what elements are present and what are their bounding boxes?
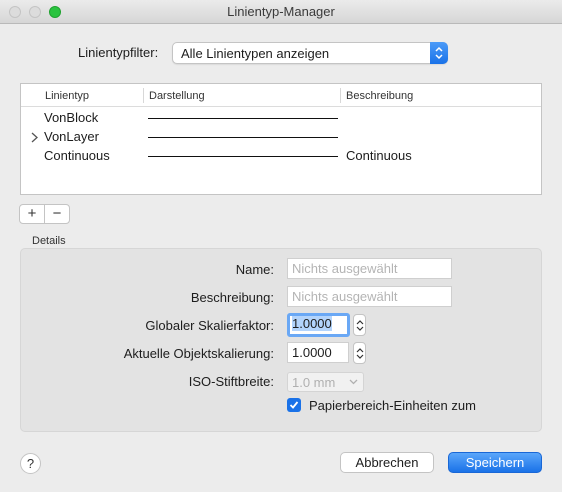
paper-units-label[interactable]: Papierbereich-Einheiten zum xyxy=(309,398,476,413)
description-label: Beschreibung: xyxy=(190,290,274,305)
linetype-description: Continuous xyxy=(346,148,412,163)
table-row[interactable]: Continuous Continuous xyxy=(21,147,541,166)
object-scale-stepper[interactable] xyxy=(353,342,366,364)
checkmark-icon xyxy=(289,401,299,409)
add-linetype-button[interactable]: + xyxy=(19,204,45,224)
chevron-right-icon[interactable] xyxy=(31,131,38,146)
save-button[interactable]: Speichern xyxy=(448,452,542,473)
iso-pen-width-label: ISO-Stiftbreite: xyxy=(188,374,274,389)
window-title: Linientyp-Manager xyxy=(227,4,335,19)
cancel-button[interactable]: Abbrechen xyxy=(340,452,434,473)
select-arrows-icon xyxy=(430,42,448,64)
linetype-manager-window: Linientyp-Manager Linientypfilter: Alle … xyxy=(0,0,562,492)
paper-units-checkbox[interactable] xyxy=(287,398,301,412)
help-button[interactable]: ? xyxy=(20,453,41,474)
column-divider xyxy=(340,88,341,103)
linetype-name: Continuous xyxy=(44,148,110,163)
column-divider xyxy=(143,88,144,103)
linetype-preview xyxy=(148,118,338,119)
linetype-preview xyxy=(148,137,338,138)
table-row[interactable]: VonLayer xyxy=(21,128,541,147)
name-label: Name: xyxy=(235,262,274,277)
linetype-name: VonBlock xyxy=(44,110,99,125)
titlebar: Linientyp-Manager xyxy=(0,0,562,24)
linetype-preview xyxy=(148,156,338,157)
column-header-darstellung[interactable]: Darstellung xyxy=(149,90,205,102)
iso-pen-width-select[interactable]: 1.0 mm xyxy=(287,372,364,392)
linetype-table: Linientyp Darstellung Beschreibung VonBl… xyxy=(20,83,542,195)
object-scale-label: Aktuelle Objektskalierung: xyxy=(123,346,274,361)
chevron-down-icon xyxy=(349,379,358,385)
object-scale-field[interactable]: 1.0000 xyxy=(287,342,349,363)
global-scale-value: 1.0000 xyxy=(292,316,332,331)
iso-pen-width-value: 1.0 mm xyxy=(292,375,336,390)
global-scale-label: Globaler Skalierfaktor: xyxy=(145,318,274,333)
linetype-filter-select[interactable]: Alle Linientypen anzeigen xyxy=(172,42,448,64)
table-header: Linientyp Darstellung Beschreibung xyxy=(21,84,541,107)
description-field[interactable]: Nichts ausgewählt xyxy=(287,286,452,307)
name-field[interactable]: Nichts ausgewählt xyxy=(287,258,452,279)
global-scale-field[interactable]: 1.0000 xyxy=(287,313,350,337)
linetype-filter-label: Linientypfilter: xyxy=(78,45,159,60)
column-header-beschreibung[interactable]: Beschreibung xyxy=(346,90,413,102)
details-section-label: Details xyxy=(32,235,66,247)
linetype-filter-value: Alle Linientypen anzeigen xyxy=(181,46,330,61)
remove-linetype-button[interactable]: − xyxy=(44,204,70,224)
global-scale-stepper[interactable] xyxy=(353,314,366,336)
linetype-name: VonLayer xyxy=(44,129,99,144)
column-header-linetype[interactable]: Linientyp xyxy=(45,90,89,102)
table-row[interactable]: VonBlock xyxy=(21,109,541,128)
